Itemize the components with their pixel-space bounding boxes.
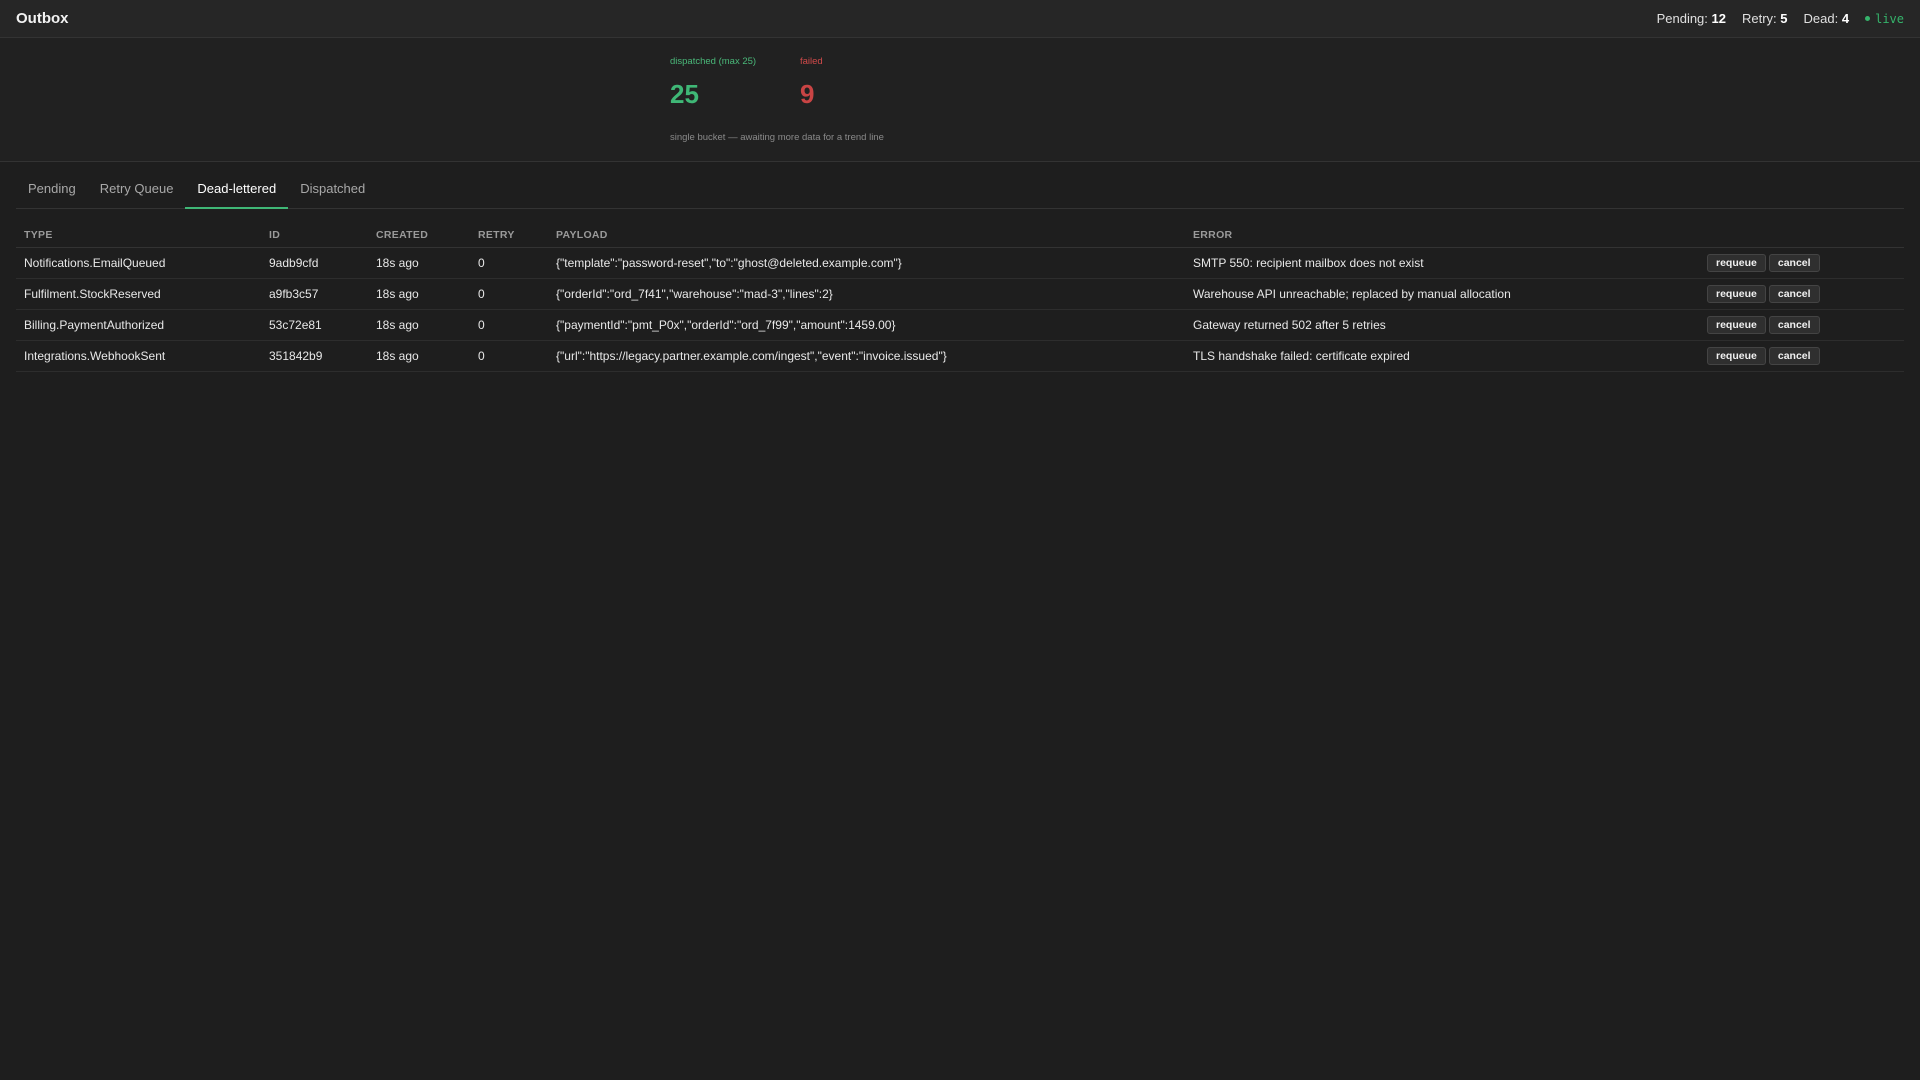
cell-retry: 0 (470, 309, 548, 341)
cell-payload: {"paymentId":"pmt_P0x","orderId":"ord_7f… (548, 309, 1185, 341)
cell-type: Notifications.EmailQueued (16, 247, 261, 279)
cell-id: 9adb9cfd (261, 247, 368, 279)
cancel-button[interactable]: cancel (1768, 285, 1820, 303)
requeue-button[interactable]: requeue (1707, 347, 1766, 365)
stats-panel: dispatched (max 25) 25 failed 9 single b… (0, 38, 1920, 162)
column-header-actions (1699, 223, 1904, 248)
column-header-payload: PAYLOAD (548, 223, 1185, 248)
column-header-id: ID (261, 223, 368, 248)
cell-retry: 0 (470, 278, 548, 310)
cell-actions: requeue cancel (1699, 247, 1904, 279)
cell-error: TLS handshake failed: certificate expire… (1185, 340, 1699, 372)
pending-counter-value: 12 (1711, 11, 1726, 26)
cell-type: Integrations.WebhookSent (16, 340, 261, 372)
table-row: Fulfilment.StockReserved a9fb3c57 18s ag… (16, 278, 1904, 310)
column-header-type: TYPE (16, 223, 261, 248)
table-row: Notifications.EmailQueued 9adb9cfd 18s a… (16, 247, 1904, 279)
table-row: Billing.PaymentAuthorized 53c72e81 18s a… (16, 309, 1904, 341)
cell-created: 18s ago (368, 278, 470, 310)
retry-counter: Retry: 5 (1742, 11, 1788, 26)
column-header-retry: RETRY (470, 223, 548, 248)
tab-bar: Pending Retry Queue Dead-lettered Dispat… (16, 162, 1904, 209)
trend-note: single bucket — awaiting more data for a… (670, 132, 884, 143)
tab-pending[interactable]: Pending (16, 181, 88, 209)
tab-retry-queue[interactable]: Retry Queue (88, 181, 186, 209)
live-label: live (1875, 11, 1904, 26)
top-bar: Outbox Pending: 12 Retry: 5 Dead: 4 live (0, 0, 1920, 38)
cell-error: Warehouse API unreachable; replaced by m… (1185, 278, 1699, 310)
requeue-button[interactable]: requeue (1707, 254, 1766, 272)
table-row: Integrations.WebhookSent 351842b9 18s ag… (16, 340, 1904, 372)
retry-counter-label: Retry: (1742, 11, 1777, 26)
app-title: Outbox (16, 10, 69, 27)
cell-id: 53c72e81 (261, 309, 368, 341)
pending-counter-label: Pending: (1656, 11, 1708, 26)
cell-created: 18s ago (368, 340, 470, 372)
column-header-error: ERROR (1185, 223, 1699, 248)
live-dot-icon (1865, 16, 1871, 21)
cell-actions: requeue cancel (1699, 278, 1904, 310)
requeue-button[interactable]: requeue (1707, 285, 1766, 303)
failed-stat: failed 9 (800, 56, 823, 110)
retry-counter-value: 5 (1780, 11, 1788, 26)
cell-id: 351842b9 (261, 340, 368, 372)
dead-counter: Dead: 4 (1804, 11, 1850, 26)
failed-label: failed (800, 56, 823, 67)
table-header-row: TYPE ID CREATED RETRY PAYLOAD ERROR (16, 223, 1904, 248)
column-header-created: CREATED (368, 223, 470, 248)
cell-actions: requeue cancel (1699, 309, 1904, 341)
cell-actions: requeue cancel (1699, 340, 1904, 372)
tab-dispatched[interactable]: Dispatched (288, 181, 377, 209)
cell-retry: 0 (470, 340, 548, 372)
cancel-button[interactable]: cancel (1768, 316, 1820, 334)
cell-payload: {"url":"https://legacy.partner.example.c… (548, 340, 1185, 372)
dead-letter-table: TYPE ID CREATED RETRY PAYLOAD ERROR Noti… (16, 223, 1904, 372)
cell-retry: 0 (470, 247, 548, 279)
cell-error: Gateway returned 502 after 5 retries (1185, 309, 1699, 341)
cell-type: Billing.PaymentAuthorized (16, 309, 261, 341)
failed-value: 9 (800, 79, 815, 109)
cell-created: 18s ago (368, 247, 470, 279)
pending-counter: Pending: 12 (1657, 11, 1726, 26)
dead-counter-value: 4 (1841, 11, 1850, 26)
requeue-button[interactable]: requeue (1707, 316, 1766, 334)
tab-dead-lettered[interactable]: Dead-lettered (185, 181, 289, 209)
status-counters: Pending: 12 Retry: 5 Dead: 4 live (1657, 11, 1904, 26)
cancel-button[interactable]: cancel (1768, 254, 1820, 272)
dispatched-value: 25 (670, 79, 699, 109)
dispatched-label: dispatched (max 25) (670, 56, 757, 67)
cell-error: SMTP 550: recipient mailbox does not exi… (1185, 247, 1699, 279)
live-indicator: live (1865, 12, 1904, 26)
dispatched-stat: dispatched (max 25) 25 (670, 56, 756, 110)
cell-id: a9fb3c57 (261, 278, 368, 310)
cell-type: Fulfilment.StockReserved (16, 278, 261, 310)
cancel-button[interactable]: cancel (1768, 347, 1820, 365)
cell-created: 18s ago (368, 309, 470, 341)
dead-counter-label: Dead: (1803, 11, 1839, 26)
cell-payload: {"template":"password-reset","to":"ghost… (548, 247, 1185, 279)
cell-payload: {"orderId":"ord_7f41","warehouse":"mad-3… (548, 278, 1185, 310)
